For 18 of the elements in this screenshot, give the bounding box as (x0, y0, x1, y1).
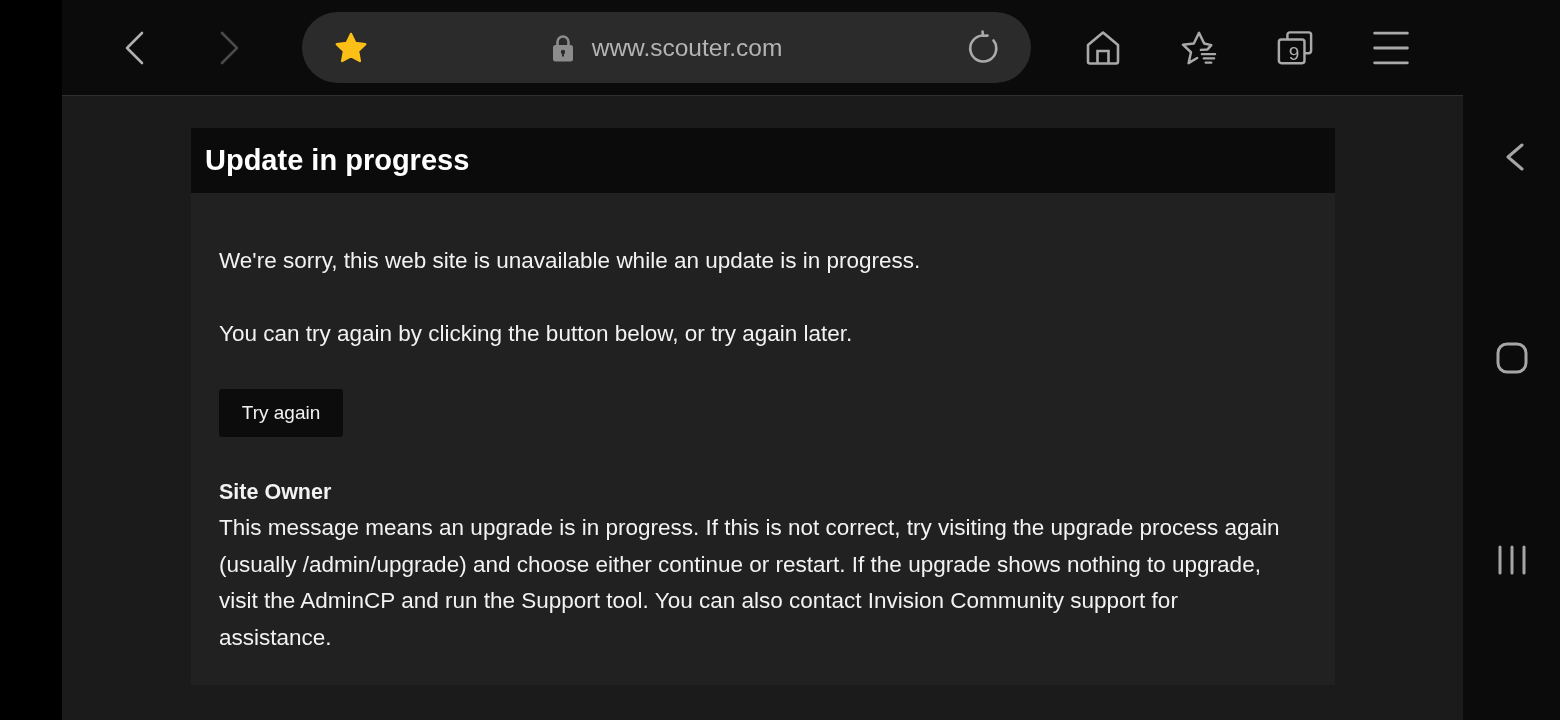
lock-icon (551, 33, 574, 62)
vertical-bars-icon[interactable] (1497, 545, 1526, 575)
owner-message: This message means an upgrade is in progress. If this is not correct, try visiting the upgrade process again (usually /admin/upgrade) and choose either continue or restart. If the upgrade shows nothing to upgrade, visit the AdminCP and run the Support tool. You can also contact Invision Community support for assistance. (219, 514, 1281, 652)
tabs-button[interactable]: 9 (1271, 23, 1319, 72)
back-icon[interactable] (1504, 143, 1525, 171)
message-text: We're sorry, this web site is unavailable while an update is in progress. (219, 247, 922, 275)
try-again-button[interactable]: Try again (219, 389, 343, 437)
url-text: www.scouter.com (591, 33, 783, 62)
home-icon (1085, 29, 1121, 66)
tabs-icon (1277, 29, 1313, 66)
message-text: You can try again by clicking the button below, or try again later. (219, 320, 854, 348)
address-bar[interactable]: www.scouter.com (302, 12, 1031, 83)
tab-count: 9 (1287, 43, 1301, 64)
owner-heading: Site Owner (219, 479, 332, 506)
page-title: Update in progress (205, 144, 470, 177)
menu-icon (1373, 29, 1409, 66)
rounded-square-icon[interactable] (1495, 342, 1528, 374)
star-list-icon (1181, 29, 1217, 66)
